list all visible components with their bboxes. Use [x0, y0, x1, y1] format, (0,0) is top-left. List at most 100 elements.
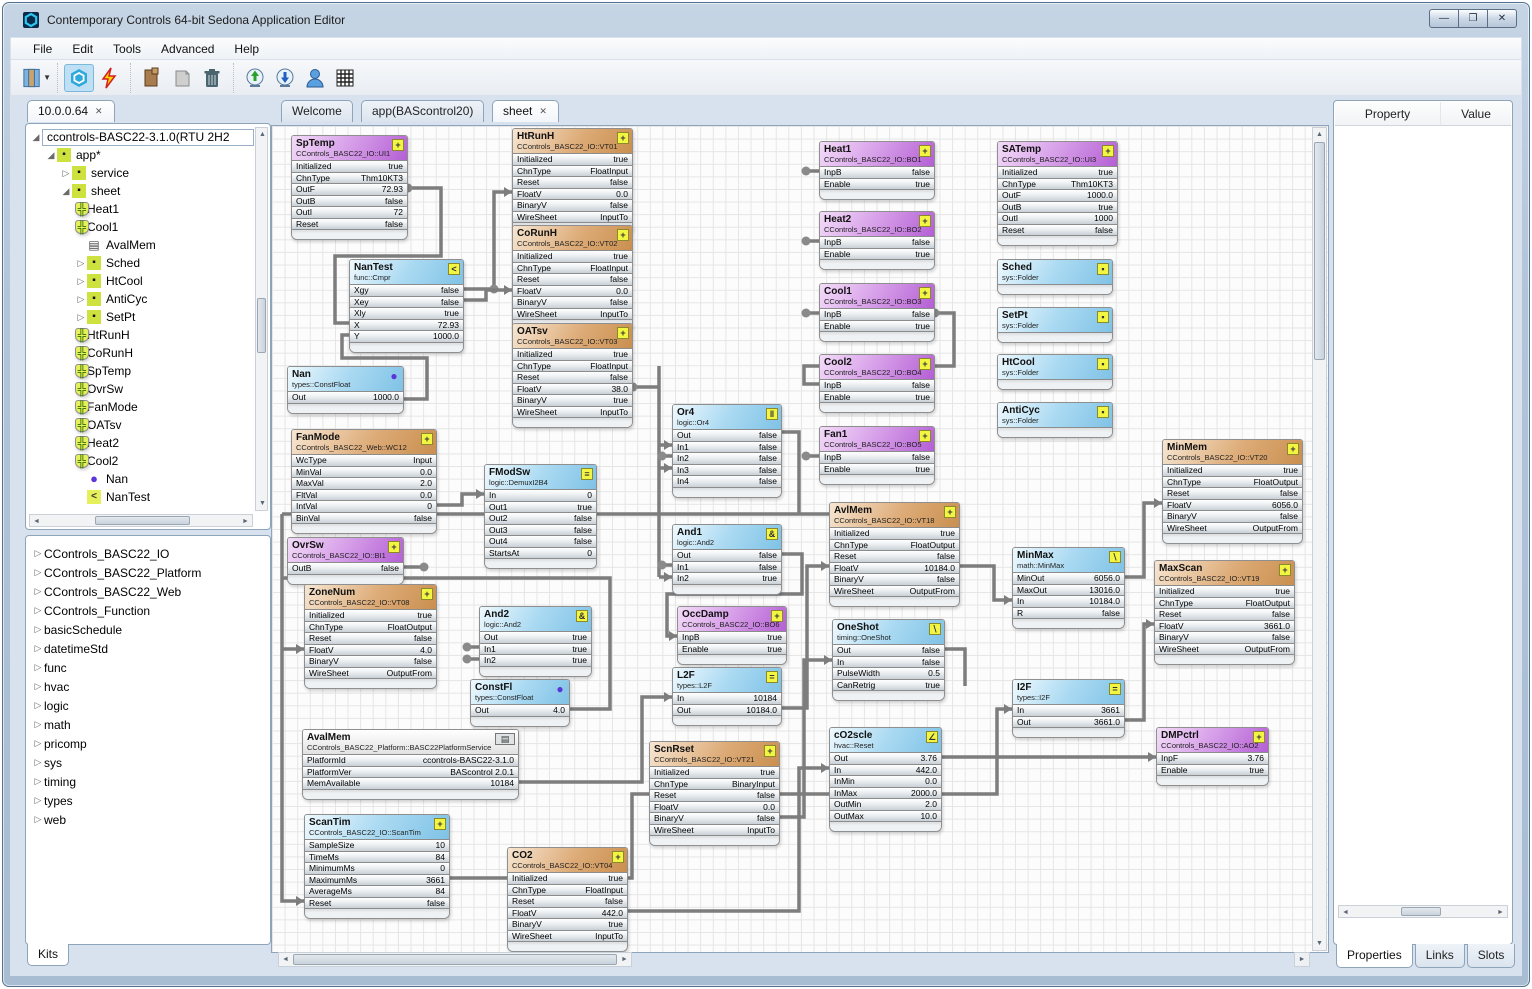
- tree-item-anticyc[interactable]: ▷▪AntiCyc: [28, 290, 254, 308]
- kit-item-pricomp[interactable]: ▷pricomp: [32, 734, 266, 753]
- scroll-left-icon[interactable]: ◄: [1339, 906, 1352, 919]
- expander-icon[interactable]: ▷: [32, 624, 44, 635]
- slot-row[interactable]: OutF72.93: [292, 183, 407, 195]
- kit-item-web[interactable]: ▷web: [32, 810, 266, 829]
- slot-row[interactable]: Resetfalse: [292, 218, 407, 230]
- expander-icon[interactable]: ▷: [32, 814, 44, 825]
- expander-icon[interactable]: ◢: [45, 150, 57, 161]
- wire[interactable]: [782, 566, 829, 708]
- tab-close-icon[interactable]: ✕: [94, 105, 104, 118]
- scroll-right-icon[interactable]: ►: [239, 515, 252, 528]
- slot-row[interactable]: PlatformVerBAScontrol 2.0.1: [303, 766, 518, 778]
- block-minmem[interactable]: MinMemCControls_BASC22_IO::VT20+Initiali…: [1162, 439, 1303, 544]
- kit-item-math[interactable]: ▷math: [32, 715, 266, 734]
- expander-icon[interactable]: ▷: [32, 795, 44, 806]
- slot-row[interactable]: InpBfalse: [820, 379, 934, 391]
- tree-item-sched[interactable]: ▷▪Sched: [28, 254, 254, 272]
- slot-row[interactable]: OutBfalse: [288, 562, 403, 574]
- slot-row[interactable]: Resetfalse: [513, 273, 632, 285]
- table-view-button[interactable]: [330, 64, 360, 92]
- slot-row[interactable]: FloatV38.0: [513, 383, 632, 395]
- block-nantest[interactable]: NanTestfunc::Cmpr<XgyfalseXeyfalseXlytru…: [349, 259, 464, 353]
- kit-item-ccontrols_basc22_io[interactable]: ▷CControls_BASC22_IO: [32, 544, 266, 563]
- block-satemp[interactable]: SATempCControls_BASC22_IO::UI3+Initializ…: [997, 141, 1118, 246]
- block-setpt[interactable]: SetPtsys::Folder▪: [997, 307, 1113, 343]
- slot-row[interactable]: Outtrue: [480, 631, 591, 643]
- slot-row[interactable]: Initializedtrue: [513, 153, 632, 165]
- slot-row[interactable]: FloatV0.0: [513, 285, 632, 297]
- block-nan[interactable]: Nantypes::ConstFloat●Out1000.0: [287, 366, 404, 414]
- title-bar[interactable]: Contemporary Controls 64-bit Sedona Appl…: [3, 3, 1529, 35]
- slot-row[interactable]: In10184: [673, 692, 781, 704]
- slot-row[interactable]: InpBfalse: [820, 166, 934, 178]
- slot-row[interactable]: In442.0: [830, 764, 941, 776]
- kit-item-datetimestd[interactable]: ▷datetimeStd: [32, 639, 266, 658]
- tree-item-sheet[interactable]: ◢▪sheet: [28, 182, 254, 200]
- tree-item-cool1[interactable]: ╬Cool1: [28, 218, 254, 236]
- slot-row[interactable]: InMax2000.0: [830, 787, 941, 799]
- slot-row[interactable]: Resetfalse: [650, 789, 779, 801]
- wire[interactable]: [945, 649, 965, 686]
- block-fanmode[interactable]: FanModeCControls_BASC22_Web::WC12+WcType…: [291, 429, 437, 534]
- tree-item-app-[interactable]: ◢▪app*: [28, 146, 254, 164]
- kit-item-timing[interactable]: ▷timing: [32, 772, 266, 791]
- block-oneshot[interactable]: OneShottiming::OneShot∖OutfalseInfalsePu…: [832, 619, 945, 701]
- tree-item-corunh[interactable]: ╬CoRunH: [28, 344, 254, 362]
- block-and1[interactable]: And1logic::And2&OutfalseIn1falseIn2true: [672, 524, 782, 595]
- slot-row[interactable]: Initializedtrue: [508, 872, 627, 884]
- slot-row[interactable]: In1true: [480, 643, 591, 655]
- send-to-device-button[interactable]: [270, 64, 300, 92]
- tree-item-cool2[interactable]: ╬Cool2: [28, 452, 254, 470]
- expander-icon[interactable]: ▷: [32, 719, 44, 730]
- tab-app-bascontrol20-[interactable]: app(BAScontrol20): [361, 100, 484, 122]
- slot-row[interactable]: Infalse: [833, 656, 944, 668]
- block-constfl[interactable]: ConstFltypes::ConstFloat●Out4.0: [470, 679, 570, 727]
- wire[interactable]: [782, 432, 799, 514]
- expander-icon[interactable]: ▷: [32, 700, 44, 711]
- slot-row[interactable]: Resetfalse: [1163, 487, 1302, 499]
- connect-button[interactable]: [64, 64, 94, 92]
- scroll-up-icon[interactable]: ▲: [256, 128, 269, 141]
- tree-vertical-scrollbar[interactable]: ▲ ▼: [255, 127, 268, 511]
- slot-row[interactable]: Enabletrue: [1157, 764, 1268, 776]
- slot-row[interactable]: In3661: [1013, 704, 1124, 716]
- slot-row[interactable]: FloatV0.0: [513, 188, 632, 200]
- expander-icon[interactable]: ▷: [75, 294, 87, 305]
- block-scnrset[interactable]: ScnRsetCControls_BASC22_IO::VT21+Initial…: [649, 741, 780, 846]
- block-sched[interactable]: Schedsys::Folder▪: [997, 259, 1113, 295]
- slot-row[interactable]: In2false: [673, 452, 781, 464]
- slot-row[interactable]: In1false: [673, 441, 781, 453]
- expander-icon[interactable]: ▷: [75, 258, 87, 269]
- expander-icon[interactable]: ▷: [32, 662, 44, 673]
- slot-row[interactable]: Out3false: [485, 524, 596, 536]
- scroll-corner-button[interactable]: ►: [1294, 952, 1310, 967]
- slot-row[interactable]: FloatV4.0: [305, 644, 436, 656]
- tab-links[interactable]: Links: [1415, 944, 1465, 968]
- scroll-down-icon[interactable]: ▼: [256, 497, 269, 510]
- block-cool2[interactable]: Cool2CControls_BASC22_IO::BO4+InpBfalseE…: [819, 354, 935, 413]
- tree-item-service[interactable]: ▷▪service: [28, 164, 254, 182]
- slot-row[interactable]: Resetfalse: [508, 895, 627, 907]
- block-maxscan[interactable]: MaxScanCControls_BASC22_IO::VT19+Initial…: [1154, 560, 1295, 665]
- slot-row[interactable]: Outfalse: [833, 644, 944, 656]
- tree-item-htcool[interactable]: ▷▪HtCool: [28, 272, 254, 290]
- scroll-left-icon[interactable]: ◄: [279, 953, 292, 966]
- expander-icon[interactable]: ▷: [32, 605, 44, 616]
- block-avlmem[interactable]: AvlMemCControls_BASC22_IO::VT18+Initiali…: [829, 502, 960, 607]
- slot-row[interactable]: Resetfalse: [513, 371, 632, 383]
- slot-row[interactable]: Out3661.0: [1013, 716, 1124, 728]
- slot-row[interactable]: Out4.0: [471, 704, 569, 716]
- expander-icon[interactable]: ▷: [75, 276, 87, 287]
- slot-row[interactable]: ChnTypeBinaryInput: [650, 778, 779, 790]
- block-avalmem[interactable]: AvalMemCControls_BASC22_Platform::BASC22…: [302, 729, 519, 800]
- tree-item-oatsv[interactable]: ╬OATsv: [28, 416, 254, 434]
- slot-row[interactable]: MaxOut13016.0: [1013, 584, 1124, 596]
- expander-icon[interactable]: ▷: [32, 567, 44, 578]
- slot-row[interactable]: MaxVal2.0: [292, 477, 436, 489]
- expander-icon[interactable]: ◢: [60, 186, 72, 197]
- kit-item-sys[interactable]: ▷sys: [32, 753, 266, 772]
- block-htcool[interactable]: HtCoolsys::Folder▪: [997, 354, 1113, 390]
- slot-row[interactable]: WireSheetInputTo: [513, 211, 632, 223]
- close-button[interactable]: ✕: [1487, 9, 1517, 28]
- kit-item-ccontrols_function[interactable]: ▷CControls_Function: [32, 601, 266, 620]
